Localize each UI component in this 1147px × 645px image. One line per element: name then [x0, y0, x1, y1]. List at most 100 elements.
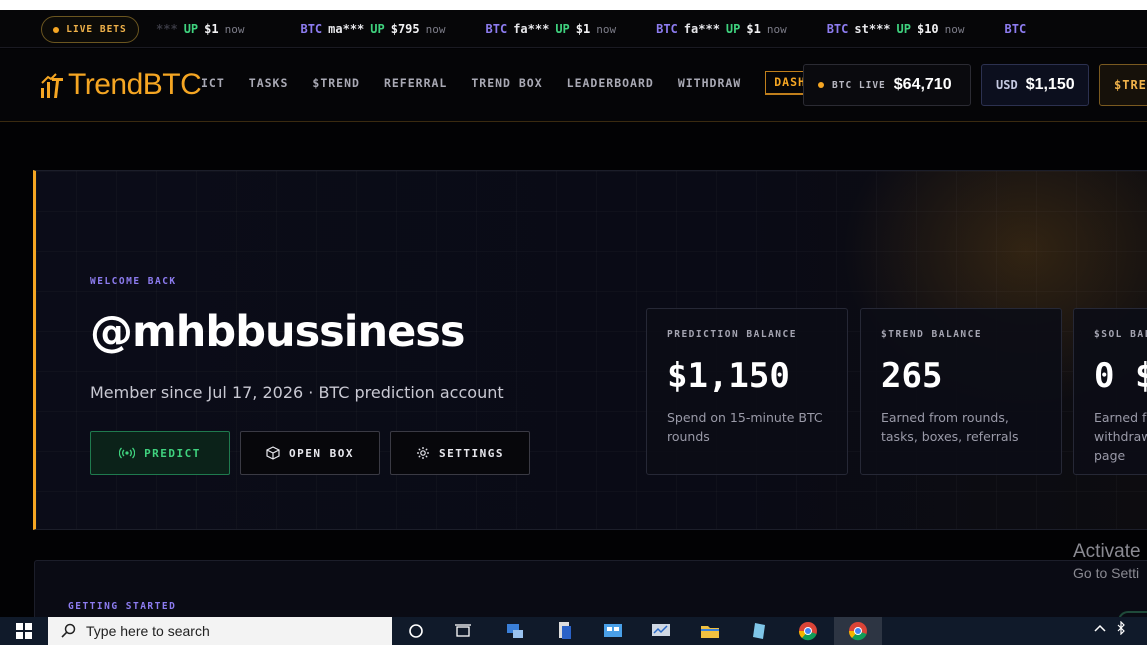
- stat-value: 0 $: [1094, 356, 1147, 396]
- nav-link-predict[interactable]: ICT: [201, 76, 225, 95]
- nav-link-trend[interactable]: $TREND: [312, 76, 360, 95]
- live-dot-icon: [818, 82, 824, 88]
- ticker-time: now: [766, 23, 787, 36]
- stat-label: $TREND BALANCE: [881, 329, 983, 340]
- open-box-button-label: OPEN BOX: [289, 446, 354, 460]
- gear-icon: [417, 447, 429, 459]
- start-button[interactable]: [0, 617, 48, 645]
- ticker-direction: UP: [555, 22, 570, 36]
- nav-link-referral[interactable]: REFERRAL: [384, 76, 447, 95]
- welcome-hero: WELCOME BACK @mhbbussiness Member since …: [33, 170, 1147, 530]
- ticker-amount: $10: [916, 22, 939, 36]
- ticker-user: st***: [854, 22, 891, 36]
- ticker-direction: UP: [370, 22, 385, 36]
- ticker-direction: UP: [896, 22, 911, 36]
- getting-started-panel: GETTING STARTED: [34, 560, 1147, 620]
- settings-button[interactable]: SETTINGS: [390, 431, 530, 475]
- ticker-asset: BTC: [826, 22, 849, 36]
- ticker-time: now: [425, 23, 446, 36]
- ticker-asset: BTC: [656, 22, 678, 36]
- usd-value: $1,150: [1025, 76, 1075, 93]
- browser-top-strip: [0, 0, 1147, 10]
- stat-value: $1,150: [667, 356, 790, 396]
- predict-button[interactable]: PREDICT: [90, 431, 230, 475]
- nav-link-trend-box[interactable]: TREND BOX: [471, 76, 542, 95]
- bluetooth-icon[interactable]: [1116, 621, 1126, 635]
- stat-value: 265: [881, 356, 943, 396]
- ticker-item: BTC ma*** UP $795 now: [300, 22, 445, 36]
- chevron-up-icon[interactable]: [1094, 624, 1106, 632]
- ticker-item: BTC fa*** UP $1 now: [486, 22, 617, 36]
- stat-label: PREDICTION BALANCE: [667, 329, 797, 340]
- ticker-time: now: [596, 23, 617, 36]
- system-tray: [1094, 621, 1126, 635]
- ticker-amount: $1: [575, 22, 591, 36]
- activate-windows-watermark: Activate Go to Setti: [1073, 541, 1141, 581]
- btc-live-price: BTC LIVE $64,710: [803, 64, 971, 106]
- ticker-item: *** UP $1 now: [156, 22, 244, 36]
- ticker-track: *** UP $1 now BTC ma*** UP $795 now BTC …: [156, 10, 1066, 47]
- stat-description: Spend on 15-minute BTC rounds: [667, 410, 823, 444]
- live-bets-label: LIVE BETS: [66, 24, 127, 35]
- search-icon: [61, 623, 76, 638]
- trend-label: $TRE: [1114, 78, 1147, 92]
- logo-text: TrendBTC: [68, 68, 202, 101]
- chrome-icon[interactable]: [797, 621, 819, 641]
- file-explorer-icon[interactable]: [699, 621, 721, 641]
- usd-label: USD: [996, 78, 1018, 92]
- settings-button-label: SETTINGS: [439, 446, 504, 460]
- task-view-icon[interactable]: [452, 621, 474, 641]
- box-icon: [266, 446, 280, 460]
- ticker-amount: $795: [390, 22, 420, 36]
- sol-balance-card: $SOL BAL 0 $ Earned fr withdraw page: [1073, 308, 1147, 475]
- monitor-app-icon[interactable]: [650, 621, 672, 641]
- username-heading: @mhbbussiness: [90, 307, 465, 357]
- trend-chart-logo-icon: [41, 73, 63, 98]
- watermark-line-1: Activate: [1073, 541, 1141, 562]
- open-box-button[interactable]: OPEN BOX: [240, 431, 380, 475]
- ticker-item: BTC fa*** UP $1 now: [656, 22, 787, 36]
- prediction-balance-card: PREDICTION BALANCE $1,150 Spend on 15-mi…: [646, 308, 848, 475]
- nav-link-tasks[interactable]: TASKS: [249, 76, 289, 95]
- ticker-direction: UP: [725, 22, 741, 36]
- live-dot-icon: [53, 26, 60, 33]
- ticker-asset: BTC: [300, 22, 323, 36]
- ticker-amount: $1: [746, 22, 761, 36]
- network-app-icon[interactable]: [504, 621, 526, 641]
- taskbar-search[interactable]: Type here to search: [48, 617, 392, 645]
- ticker-direction: UP: [183, 22, 199, 36]
- usd-balance-pill[interactable]: USD $1,150: [981, 64, 1089, 106]
- ticker-item: BTC st*** UP $10 now: [827, 22, 965, 36]
- control-panel-icon[interactable]: [602, 621, 624, 641]
- nav-link-withdraw[interactable]: WITHDRAW: [678, 76, 741, 95]
- broadcast-icon: [119, 447, 136, 459]
- ticker-amount: $1: [204, 22, 219, 36]
- logo[interactable]: TrendBTC: [40, 67, 202, 103]
- ticker-asset: BTC: [1004, 22, 1027, 36]
- live-bets-pill[interactable]: LIVE BETS: [41, 16, 139, 43]
- document-app-icon[interactable]: [554, 621, 576, 641]
- trend-balance-card: $TREND BALANCE 265 Earned from rounds, t…: [860, 308, 1062, 475]
- getting-started-label: GETTING STARTED: [68, 601, 177, 612]
- ticker-item: BTC: [1005, 22, 1027, 36]
- predict-button-label: PREDICT: [144, 446, 201, 460]
- cortana-icon[interactable]: [405, 621, 427, 641]
- ticker-user: ma***: [328, 22, 365, 36]
- ticker-asset: BTC: [485, 22, 508, 36]
- chrome-active-icon[interactable]: [834, 617, 882, 645]
- watermark-line-2: Go to Setti: [1073, 565, 1140, 581]
- nav-link-leaderboard[interactable]: LEADERBOARD: [567, 76, 654, 95]
- stat-description: Earned fr withdraw page: [1094, 410, 1147, 463]
- notepad-app-icon[interactable]: [748, 621, 770, 641]
- ticker-user: fa***: [513, 22, 550, 36]
- ticker-user: ***: [156, 22, 178, 36]
- ticker-user: fa***: [683, 22, 720, 36]
- btc-live-label: BTC LIVE: [832, 79, 886, 91]
- stat-description: Earned from rounds, tasks, boxes, referr…: [881, 410, 1019, 444]
- nav-links: ICT TASKS $TREND REFERRAL TREND BOX LEAD…: [201, 71, 813, 95]
- windows-taskbar: Type here to search: [0, 617, 1147, 645]
- welcome-label: WELCOME BACK: [90, 276, 177, 287]
- trend-balance-pill[interactable]: $TRE: [1099, 64, 1147, 106]
- live-bets-ticker: LIVE BETS *** UP $1 now BTC ma*** UP $79…: [0, 10, 1147, 48]
- ticker-time: now: [944, 23, 965, 36]
